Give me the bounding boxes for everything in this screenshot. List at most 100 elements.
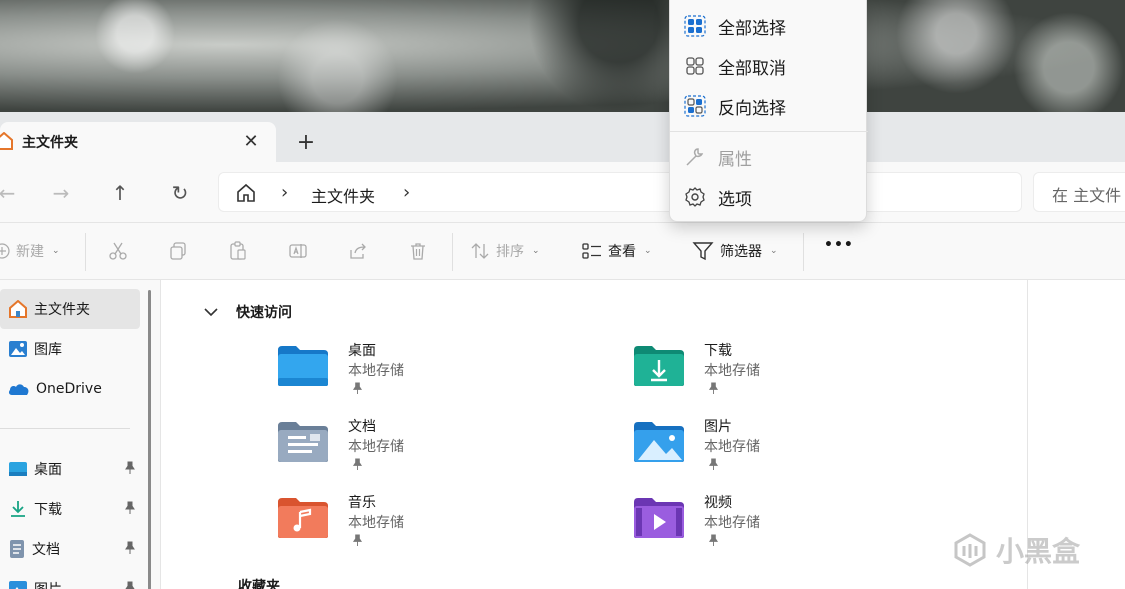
pin-icon[interactable] — [124, 501, 136, 518]
chevron-down-icon[interactable] — [204, 307, 218, 317]
more-options-button[interactable]: ••• — [824, 237, 854, 253]
menu-divider — [670, 131, 868, 132]
tab-bar: 主文件夹 ✕ + — [0, 112, 1125, 162]
quick-access-tile-pictures[interactable]: 图片 本地存储 — [632, 416, 952, 486]
sidebar-scrollbar[interactable] — [148, 290, 151, 589]
forward-button[interactable]: → — [44, 176, 78, 210]
quick-access-tile-videos[interactable]: 视频 本地存储 — [632, 492, 952, 562]
quick-access-tile-desktop[interactable]: 桌面 本地存储 — [276, 340, 596, 410]
menu-item-label: 选项 — [718, 189, 752, 210]
pictures-folder-icon — [634, 422, 684, 462]
chevron-down-icon: ⌄ — [52, 246, 60, 256]
tile-name: 音乐 — [348, 495, 376, 511]
quick-access-tile-documents[interactable]: 文档 本地存储 — [276, 416, 596, 486]
share-button[interactable] — [348, 241, 368, 261]
sidebar-item-label: 下载 — [34, 502, 62, 518]
quick-access-tile-downloads[interactable]: 下载 本地存储 — [632, 340, 952, 410]
sidebar-divider — [0, 428, 130, 429]
pin-icon[interactable] — [124, 581, 136, 589]
download-icon — [11, 501, 25, 517]
pin-icon — [352, 382, 363, 398]
scissors-icon — [109, 242, 127, 260]
sidebar-item-label: 图片 — [34, 579, 62, 589]
cut-button[interactable] — [108, 241, 128, 261]
sidebar-item-onedrive[interactable]: OneDrive — [0, 369, 140, 409]
view-label: 查看 — [608, 244, 636, 260]
videos-folder-icon — [634, 498, 684, 538]
home-icon — [0, 131, 14, 154]
copy-icon — [170, 242, 186, 260]
command-bar: 新建 ⌄ 排序 ⌄ 查看 ⌄ 筛选器 ⌄ ••• — [0, 222, 1125, 280]
toolbar-divider — [85, 233, 86, 271]
tile-name: 视频 — [704, 495, 732, 511]
music-folder-icon — [278, 498, 328, 538]
tab-home[interactable]: 主文件夹 ✕ — [0, 122, 276, 162]
copy-button[interactable] — [168, 241, 188, 261]
new-button[interactable]: 新建 ⌄ — [0, 241, 60, 261]
pin-icon — [352, 458, 363, 474]
sidebar-item-downloads[interactable]: 下载 — [0, 489, 140, 529]
file-explorer-window: 主文件夹 ✕ + ← → ↑ ↻ › 主文件夹 › 在 主文件 新建 ⌄ 排序 … — [0, 112, 1125, 589]
pane-divider[interactable] — [160, 280, 161, 589]
view-list-icon — [582, 243, 601, 259]
sidebar-item-documents[interactable]: 文档 — [0, 529, 140, 569]
search-input[interactable]: 在 主文件 — [1033, 172, 1125, 212]
breadcrumb-separator: › — [281, 182, 289, 203]
pin-icon — [352, 534, 363, 550]
gear-icon — [685, 187, 705, 207]
gallery-icon — [9, 341, 27, 357]
menu-item-options[interactable]: 选项 — [670, 177, 868, 217]
sidebar-item-pictures[interactable]: 图片 — [0, 569, 140, 589]
toolbar-divider — [803, 233, 804, 271]
home-icon — [9, 300, 27, 318]
more-options-menu: 全部选择 全部取消 反向选择 属性 选项 — [669, 0, 868, 222]
paste-button[interactable] — [228, 241, 248, 261]
sidebar-item-desktop[interactable]: 桌面 — [0, 449, 140, 489]
favorites-header[interactable]: 收藏夹 — [238, 576, 280, 589]
quick-access-header[interactable]: 快速访问 — [204, 302, 292, 322]
menu-item-select-none[interactable]: 全部取消 — [670, 46, 868, 86]
watermark-logo-icon — [954, 533, 986, 567]
breadcrumb-home[interactable]: 主文件夹 — [311, 183, 375, 207]
home-icon[interactable] — [235, 183, 257, 207]
menu-item-properties[interactable]: 属性 — [670, 137, 868, 177]
pin-icon — [708, 382, 719, 398]
sidebar-item-label: 桌面 — [34, 462, 62, 478]
documents-folder-icon — [278, 422, 328, 462]
pin-icon[interactable] — [124, 461, 136, 478]
filter-button[interactable]: 筛选器 ⌄ — [692, 241, 778, 261]
back-button[interactable]: ← — [0, 176, 24, 210]
view-button[interactable]: 查看 ⌄ — [582, 241, 652, 261]
select-none-icon — [686, 57, 704, 75]
filter-icon — [692, 242, 714, 261]
onedrive-icon — [8, 384, 29, 395]
tile-location: 本地存储 — [348, 363, 404, 379]
sort-icon — [471, 243, 489, 259]
menu-item-label: 反向选择 — [718, 98, 786, 119]
tile-name: 图片 — [704, 419, 732, 435]
quick-access-title: 快速访问 — [236, 305, 292, 321]
desktop-wallpaper — [0, 0, 1125, 112]
pin-icon — [708, 534, 719, 550]
menu-item-invert-selection[interactable]: 反向选择 — [670, 86, 868, 126]
tab-close-icon[interactable]: ✕ — [238, 128, 264, 154]
sidebar-item-home[interactable]: 主文件夹 — [0, 289, 140, 329]
menu-item-select-all[interactable]: 全部选择 — [670, 6, 868, 46]
rename-button[interactable] — [288, 241, 308, 261]
sort-button[interactable]: 排序 ⌄ — [470, 241, 540, 261]
refresh-button[interactable]: ↻ — [163, 176, 197, 210]
sidebar-item-label: OneDrive — [36, 381, 102, 397]
delete-button[interactable] — [408, 241, 428, 261]
new-tab-button[interactable]: + — [292, 128, 320, 156]
quick-access-tile-music[interactable]: 音乐 本地存储 — [276, 492, 596, 562]
sidebar-item-gallery[interactable]: 图库 — [0, 329, 140, 369]
clipboard-icon — [230, 241, 246, 260]
up-button[interactable]: ↑ — [103, 176, 137, 210]
navigation-bar: ← → ↑ ↻ › 主文件夹 › 在 主文件 — [0, 162, 1125, 222]
sidebar-item-label: 图库 — [34, 342, 62, 358]
breadcrumb-chevron[interactable]: › — [403, 182, 410, 203]
tile-location: 本地存储 — [348, 515, 404, 531]
address-bar[interactable]: › 主文件夹 › — [218, 172, 1022, 212]
pin-icon[interactable] — [124, 541, 136, 558]
tile-location: 本地存储 — [704, 439, 760, 455]
